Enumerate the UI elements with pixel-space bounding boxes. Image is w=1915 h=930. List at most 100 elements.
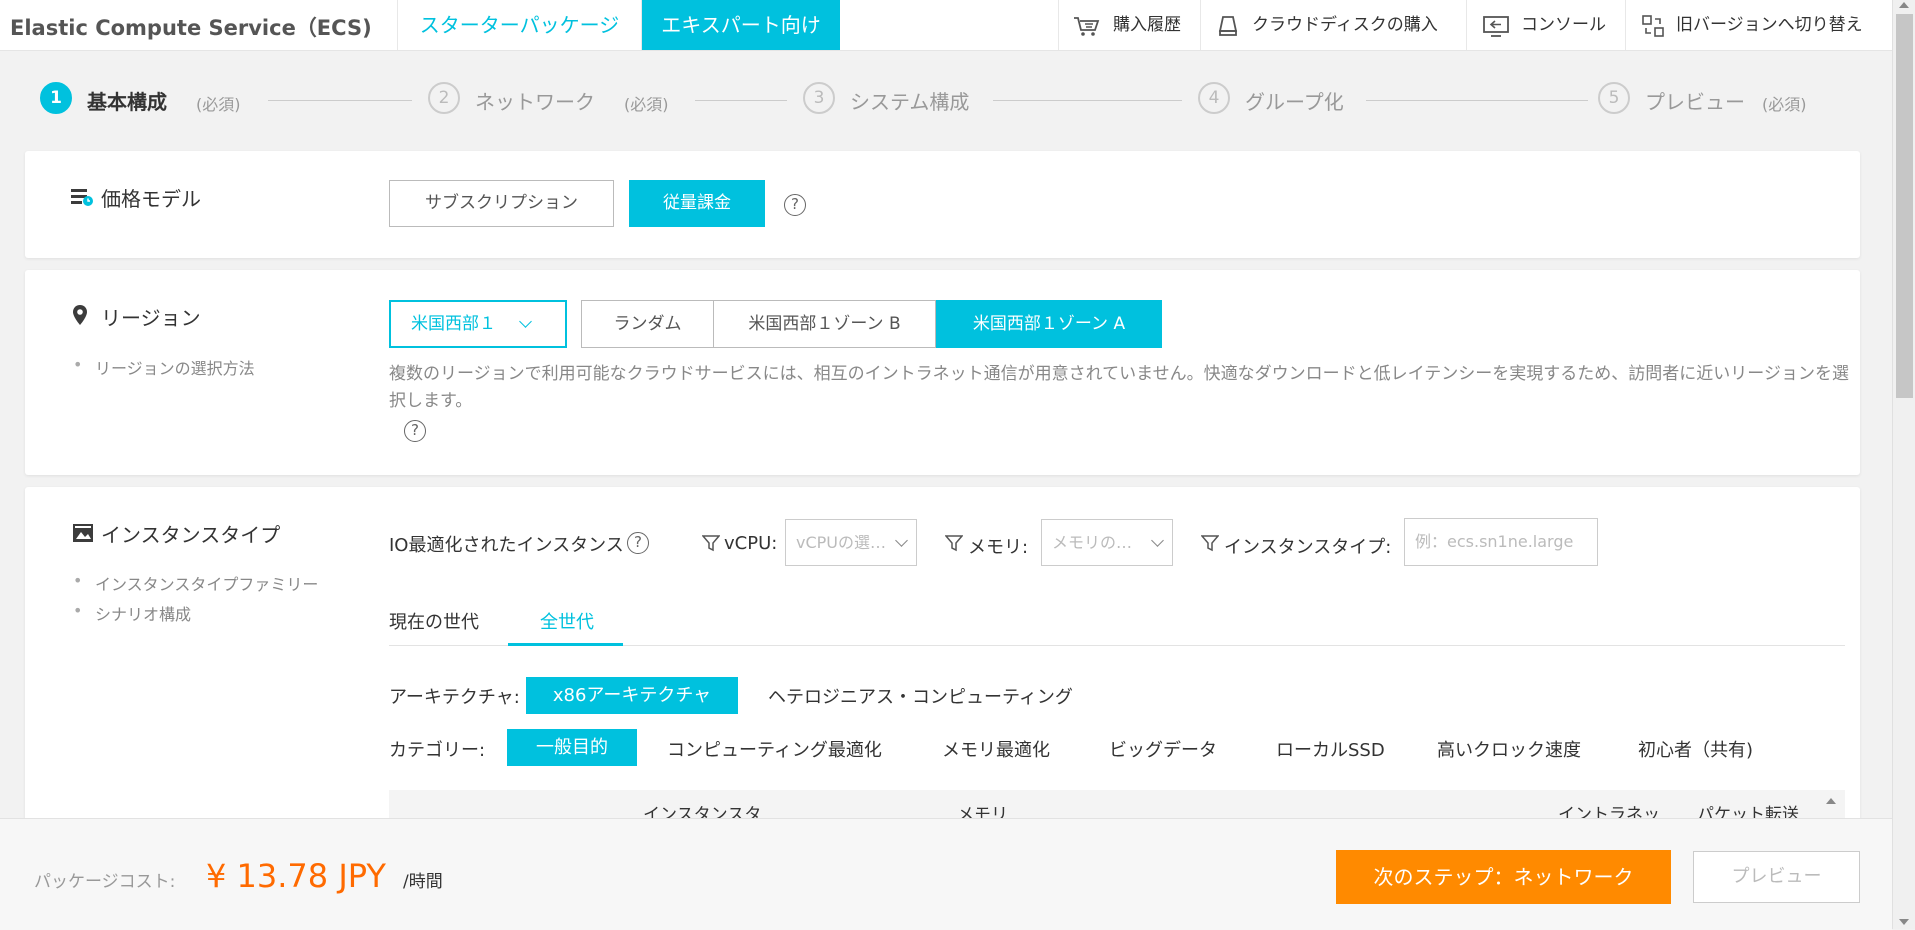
chevron-down-icon (1151, 534, 1164, 547)
filter-icon (1201, 535, 1219, 552)
top-navigation-bar: Elastic Compute Service（ECS) スターターパッケージ … (0, 0, 1892, 51)
buy-cloud-disk-link[interactable]: クラウドディスクの購入 (1200, 0, 1480, 50)
package-cost-label: パッケージコスト: (34, 872, 176, 892)
billing-icon (71, 189, 93, 206)
scroll-up-arrow-icon[interactable] (1899, 2, 1909, 8)
purchase-history-label: 購入履歴 (1113, 15, 1181, 35)
preview-button[interactable]: プレビュー (1693, 851, 1860, 903)
purchase-history-link[interactable]: 購入履歴 (1058, 0, 1215, 50)
architecture-heterogeneous-option[interactable]: ヘテロジニアス・コンピューティング (768, 683, 1073, 709)
memory-select[interactable]: メモリの… (1041, 519, 1173, 566)
region-title: リージョン (101, 306, 201, 330)
location-pin-icon (73, 305, 87, 325)
console-link[interactable]: コンソール (1466, 0, 1639, 50)
category-big-data[interactable]: ビッグデータ (1109, 736, 1217, 762)
category-entry-shared[interactable]: 初心者（共有) (1638, 736, 1753, 762)
page-scrollbar[interactable] (1892, 0, 1915, 929)
vcpu-select[interactable]: vCPUの選… (785, 519, 917, 566)
switch-old-version-link[interactable]: 旧バージョンへ切り替え (1625, 0, 1907, 50)
pay-as-you-go-option[interactable]: 従量課金 (629, 180, 765, 227)
region-select[interactable]: 米国西部１ (389, 300, 567, 348)
category-compute-optimized[interactable]: コンピューティング最適化 (667, 736, 882, 762)
step-3-number: 3 (803, 82, 835, 114)
zone-random-option[interactable]: ランダム (581, 300, 714, 348)
package-cost-unit: /時間 (403, 872, 443, 892)
instance-icon (73, 524, 93, 542)
instance-type-input[interactable]: 例：ecs.sn1ne.large (1404, 518, 1598, 566)
disk-icon (1218, 16, 1238, 36)
step-5-label: プレビュー (1645, 90, 1745, 114)
table-header-instance-type: インスタンスタ (643, 805, 762, 818)
step-2-label: ネットワーク (475, 90, 595, 114)
console-icon (1483, 16, 1509, 37)
active-tab-indicator (508, 643, 623, 646)
io-help-icon[interactable]: ? (627, 532, 649, 554)
billing-title: 価格モデル (101, 187, 201, 211)
instance-family-link[interactable]: インスタンスタイプファミリー (73, 571, 318, 595)
category-label: カテゴリー: (389, 740, 486, 761)
step-divider (993, 100, 1182, 101)
step-2-note: (必須) (624, 95, 669, 114)
step-3-label: システム構成 (850, 90, 970, 114)
next-step-button[interactable]: 次のステップ：ネットワーク (1336, 850, 1671, 904)
table-header-intranet: イントラネッ (1558, 805, 1660, 818)
instance-type-filter-label: インスタンスタイプ: (1224, 537, 1392, 558)
category-high-clock[interactable]: 高いクロック速度 (1437, 736, 1581, 762)
memory-filter-label: メモリ: (968, 537, 1029, 558)
filter-icon (945, 535, 963, 552)
filter-icon (702, 535, 720, 552)
step-1-label: 基本構成 (87, 90, 167, 114)
table-header-memory: メモリ (957, 805, 1008, 818)
tab-starter-package[interactable]: スターターパッケージ (397, 0, 641, 50)
io-optimized-label: IO最適化されたインスタンス (389, 535, 624, 556)
region-how-to-choose-link[interactable]: リージョンの選択方法 (73, 355, 255, 379)
zone-b-option[interactable]: 米国西部１ゾーン B (713, 300, 936, 348)
package-cost-price: ¥ 13.78 JPY (206, 857, 386, 895)
vcpu-filter-label: vCPU: (724, 533, 778, 554)
architecture-label: アーキテクチャ: (389, 687, 520, 708)
region-help-icon[interactable]: ? (404, 420, 426, 442)
step-divider (268, 100, 412, 101)
category-general-purpose[interactable]: 一般目的 (507, 729, 637, 766)
sort-up-icon[interactable] (1826, 798, 1836, 804)
switch-icon (1642, 15, 1664, 37)
step-4-label: グループ化 (1245, 90, 1344, 114)
subscription-option[interactable]: サブスクリプション (389, 180, 614, 227)
scroll-down-arrow-icon[interactable] (1899, 919, 1909, 925)
step-divider (695, 100, 787, 101)
table-header-packet-forwarding: パケット転送 (1697, 805, 1799, 818)
region-section: リージョン リージョンの選択方法 米国西部１ ランダム 米国西部１ゾーン B 米… (25, 270, 1860, 475)
buy-cloud-disk-label: クラウドディスクの購入 (1252, 15, 1438, 35)
category-memory-optimized[interactable]: メモリ最適化 (942, 736, 1050, 762)
step-4-number: 4 (1198, 82, 1230, 114)
vcpu-select-placeholder: vCPUの選… (796, 533, 887, 552)
cart-icon (1074, 17, 1100, 36)
step-divider (1366, 100, 1588, 101)
region-description: 複数のリージョンで利用可能なクラウドサービスには、相互のイントラネット通信が用意… (389, 364, 1849, 411)
instance-type-title: インスタンスタイプ (101, 523, 281, 547)
category-local-ssd[interactable]: ローカルSSD (1276, 736, 1385, 762)
scroll-thumb[interactable] (1896, 14, 1913, 398)
zone-a-option[interactable]: 米国西部１ゾーン A (936, 300, 1162, 348)
tab-current-generation[interactable]: 現在の世代 (389, 608, 479, 634)
switch-old-version-label: 旧バージョンへ切り替え (1676, 15, 1863, 35)
tab-all-generations[interactable]: 全世代 (540, 608, 594, 634)
app-title: Elastic Compute Service（ECS) (10, 16, 372, 40)
chevron-down-icon (895, 534, 908, 547)
step-2-number: 2 (428, 82, 460, 114)
architecture-x86-option[interactable]: x86アーキテクチャ (526, 677, 738, 714)
memory-select-placeholder: メモリの… (1052, 533, 1133, 552)
tab-expert[interactable]: エキスパート向け (641, 0, 840, 50)
instance-type-input-placeholder: 例：ecs.sn1ne.large (1415, 532, 1574, 551)
instance-table-header: インスタンスタ メモリ イントラネッ パケット転送 (389, 790, 1845, 818)
chevron-down-icon (519, 315, 532, 328)
billing-section: 価格モデル サブスクリプション 従量課金 ? (25, 151, 1860, 258)
step-1-number: 1 (40, 82, 72, 114)
region-select-value: 米国西部１ (411, 314, 496, 334)
step-1-note: (必須) (196, 95, 241, 114)
billing-help-icon[interactable]: ? (784, 194, 806, 216)
footer-bar: パッケージコスト: ¥ 13.78 JPY /時間 次のステップ：ネットワーク … (0, 818, 1892, 930)
console-label: コンソール (1521, 15, 1606, 35)
step-5-note: (必須) (1762, 95, 1807, 114)
scenario-config-link[interactable]: シナリオ構成 (73, 601, 191, 625)
